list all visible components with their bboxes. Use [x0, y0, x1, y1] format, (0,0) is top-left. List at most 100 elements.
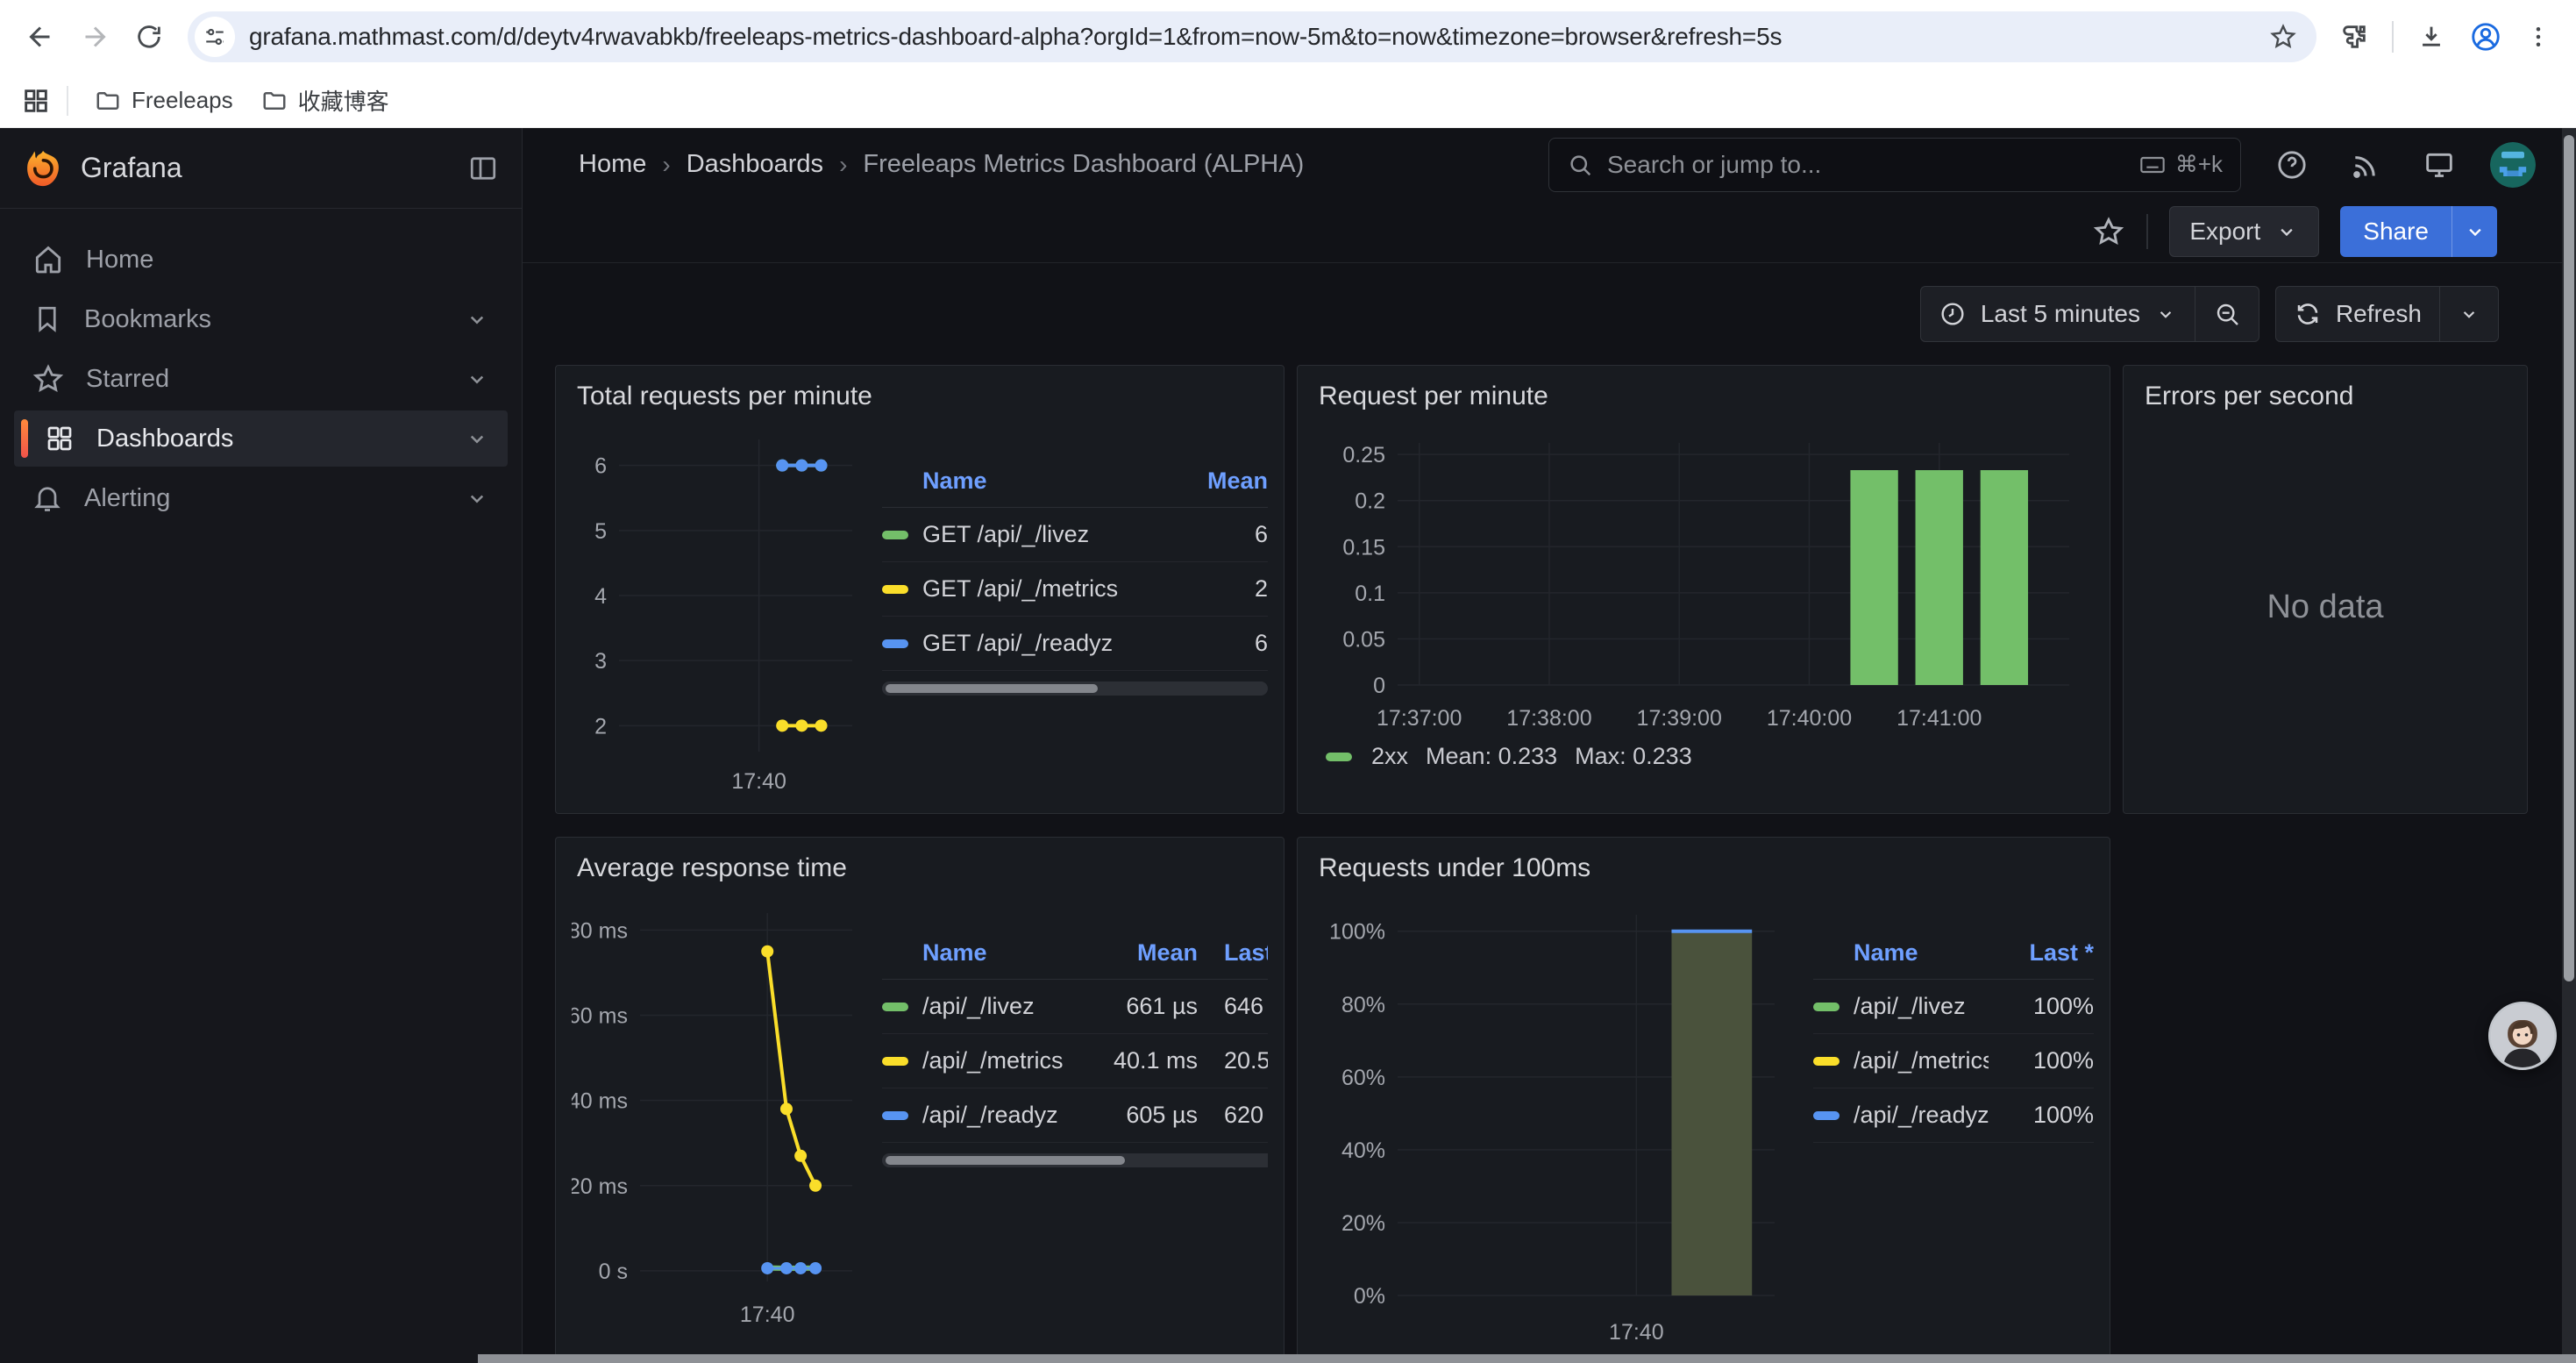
favorite-star-icon[interactable] [2092, 215, 2125, 248]
chevron-down-icon[interactable] [464, 306, 490, 332]
sidebar-nav: Home Bookmarks Starred Dashboards Alerti… [0, 209, 522, 549]
bar-chart[interactable]: 100%80%60%40%20%0%17:40 [1313, 888, 1792, 1346]
sidebar-item-bookmarks[interactable]: Bookmarks [14, 291, 508, 347]
legend-column-header[interactable]: Last * [1198, 939, 1268, 967]
sidebar-item-home[interactable]: Home [14, 232, 508, 288]
series-swatch [1813, 1003, 1839, 1011]
legend-column-header[interactable]: Mean [1163, 467, 1268, 495]
menu-kebab-icon[interactable] [2525, 24, 2551, 50]
series-name[interactable]: GET /api/_/readyz [922, 630, 1163, 657]
legend-row[interactable]: /api/_/metrics100% [1813, 1034, 2094, 1088]
chevron-down-icon[interactable] [464, 485, 490, 511]
time-range-button[interactable]: Last 5 minutes [1921, 287, 2195, 341]
profile-icon[interactable] [2469, 20, 2502, 54]
site-settings-button[interactable] [195, 17, 235, 57]
page-scrollbar-horizontal[interactable] [478, 1354, 2576, 1363]
series-name[interactable]: /api/_/livez [1854, 993, 1989, 1020]
legend-row[interactable]: GET /api/_/livez6 [882, 508, 1268, 562]
sidebar-item-starred[interactable]: Starred [14, 351, 508, 407]
series-name[interactable]: /api/_/livez [922, 993, 1101, 1020]
legend-row[interactable]: GET /api/_/readyz6 [882, 617, 1268, 671]
share-button[interactable]: Share [2340, 206, 2451, 257]
bookmark-folder-freeleaps[interactable]: Freeleaps [84, 80, 244, 121]
bookmark-folder-blogs[interactable]: 收藏博客 [251, 77, 400, 124]
breadcrumb-dashboards[interactable]: Dashboards [687, 150, 823, 179]
display-button[interactable] [2416, 142, 2462, 188]
brand-title: Grafana [81, 152, 450, 184]
url-text[interactable]: grafana.mathmast.com/d/deytv4rwavabkb/fr… [249, 23, 2255, 51]
breadcrumb-home[interactable]: Home [579, 150, 646, 179]
url-bar[interactable]: grafana.mathmast.com/d/deytv4rwavabkb/fr… [188, 11, 2316, 62]
legend-row[interactable]: GET /api/_/metrics2 [882, 562, 1268, 617]
reload-button[interactable] [125, 12, 174, 61]
bookmark-icon [32, 303, 63, 335]
extensions-icon[interactable] [2339, 22, 2369, 52]
chevron-down-icon[interactable] [464, 425, 490, 452]
legend-column-header[interactable]: Name [882, 467, 1163, 495]
apps-grid-icon[interactable] [21, 86, 51, 116]
apps-icon [44, 423, 75, 454]
series-name[interactable]: /api/_/metrics [922, 1047, 1101, 1074]
series-name[interactable]: /api/_/metrics [1854, 1047, 1989, 1074]
panel-title[interactable]: Total requests per minute [572, 378, 1268, 417]
share-menu-button[interactable] [2451, 206, 2497, 257]
legend-column-header[interactable]: Name [882, 939, 1101, 967]
legend-row[interactable]: /api/_/metrics40.1 ms20.5 ms [882, 1034, 1268, 1088]
time-range-label: Last 5 minutes [1981, 300, 2140, 328]
legend-column-header[interactable]: Name [1813, 939, 1989, 967]
series-name[interactable]: GET /api/_/metrics [922, 575, 1163, 603]
refresh-button[interactable]: Refresh [2276, 287, 2439, 341]
sidebar-item-alerting[interactable]: Alerting [14, 470, 508, 526]
legend-row[interactable]: /api/_/readyz100% [1813, 1088, 2094, 1143]
back-button[interactable] [16, 12, 65, 61]
scrollbar-thumb[interactable] [886, 684, 1098, 693]
search-input[interactable]: Search or jump to... ⌘+k [1548, 138, 2241, 192]
panel-title[interactable]: Average response time [572, 850, 1268, 888]
legend-row[interactable]: /api/_/livez100% [1813, 980, 2094, 1034]
legend-row[interactable]: /api/_/livez661 µs646 µs [882, 980, 1268, 1034]
share-split-button: Share [2340, 206, 2497, 257]
news-button[interactable] [2343, 142, 2388, 188]
timeseries-chart[interactable]: 6543217:40 [572, 417, 861, 797]
legend-row[interactable]: /api/_/readyz605 µs620 µs [882, 1088, 1268, 1143]
legend-column-header[interactable]: Mean [1101, 939, 1198, 967]
bookmark-folder-label: 收藏博客 [298, 84, 389, 117]
bookmark-star-icon[interactable] [2269, 23, 2297, 51]
assistant-avatar[interactable] [2488, 1002, 2557, 1070]
zoom-out-button[interactable] [2195, 287, 2259, 341]
panel-row-2: Average response time 80 ms60 ms40 ms20 … [555, 837, 2576, 1363]
svg-text:17:40: 17:40 [1609, 1320, 1664, 1345]
legend-h-scrollbar[interactable] [882, 682, 1268, 696]
svg-text:0: 0 [1373, 674, 1385, 698]
help-button[interactable] [2269, 142, 2315, 188]
user-avatar[interactable] [2490, 142, 2536, 188]
export-button[interactable]: Export [2169, 206, 2319, 257]
panel-title[interactable]: Request per minute [1313, 378, 2094, 417]
bar-chart[interactable]: 0.250.20.150.10.05017:37:0017:38:0017:39… [1313, 417, 2094, 739]
sidebar-item-label: Bookmarks [84, 305, 211, 334]
download-icon[interactable] [2416, 22, 2446, 52]
legend-h-scrollbar[interactable] [882, 1153, 1268, 1167]
series-name[interactable]: /api/_/readyz [1854, 1102, 1989, 1129]
series-label: 2xx [1371, 743, 1408, 770]
series-name[interactable]: /api/_/readyz [922, 1102, 1101, 1129]
collapse-sidebar-icon[interactable] [467, 153, 499, 184]
chevron-down-icon [2458, 303, 2480, 325]
scrollbar-thumb[interactable] [886, 1156, 1125, 1165]
sidebar-item-label: Starred [86, 365, 169, 394]
scrollbar-thumb[interactable] [2564, 135, 2574, 981]
panel-title[interactable]: Errors per second [2139, 378, 2511, 417]
series-swatch [882, 1057, 908, 1066]
page-scrollbar-vertical[interactable] [2562, 128, 2576, 1363]
legend-column-header[interactable]: Last * [1989, 939, 2094, 967]
forward-button[interactable] [70, 12, 119, 61]
series-max: Max: 0.233 [1575, 743, 1692, 770]
series-name[interactable]: GET /api/_/livez [922, 521, 1163, 548]
sidebar-item-dashboards[interactable]: Dashboards [14, 410, 508, 467]
chevron-down-icon[interactable] [464, 366, 490, 392]
panel-title[interactable]: Requests under 100ms [1313, 850, 2094, 888]
refresh-interval-button[interactable] [2440, 287, 2498, 341]
timeseries-chart[interactable]: 80 ms60 ms40 ms20 ms0 s17:40 [572, 888, 861, 1346]
chevron-down-icon [2154, 303, 2177, 325]
legend-line[interactable]: 2xx Mean: 0.233 Max: 0.233 [1326, 743, 2094, 770]
